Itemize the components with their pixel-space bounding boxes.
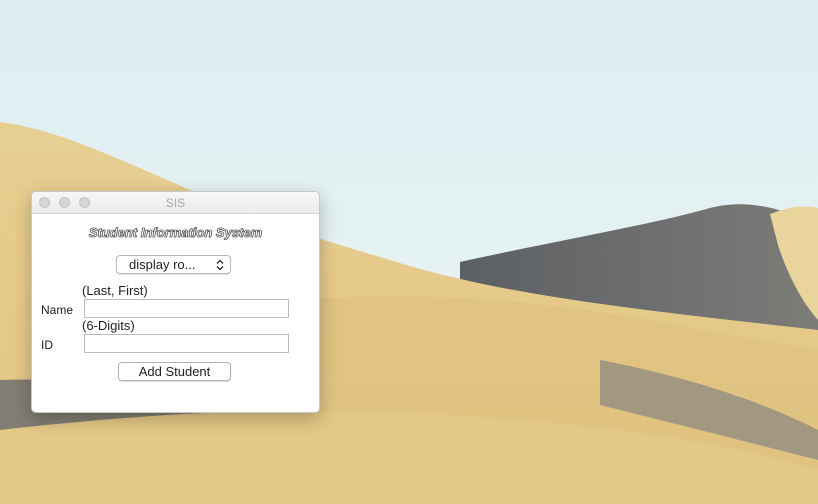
- display-select-value: display ro...: [129, 257, 196, 272]
- name-format-hint: (Last, First): [82, 283, 148, 298]
- chevron-up-down-icon: [216, 259, 224, 271]
- sis-window: SIS Student Information System display r…: [31, 191, 320, 413]
- window-title: SIS: [165, 196, 186, 210]
- app-heading: Student Information System: [88, 225, 263, 241]
- id-label: ID: [41, 338, 53, 352]
- add-student-button[interactable]: Add Student: [118, 362, 231, 381]
- window-titlebar[interactable]: SIS: [32, 192, 319, 214]
- name-label: Name: [41, 303, 74, 317]
- display-select[interactable]: display ro...: [116, 255, 231, 274]
- name-input[interactable]: [84, 299, 289, 318]
- id-input[interactable]: [84, 334, 289, 353]
- id-format-hint: (6-Digits): [82, 318, 135, 333]
